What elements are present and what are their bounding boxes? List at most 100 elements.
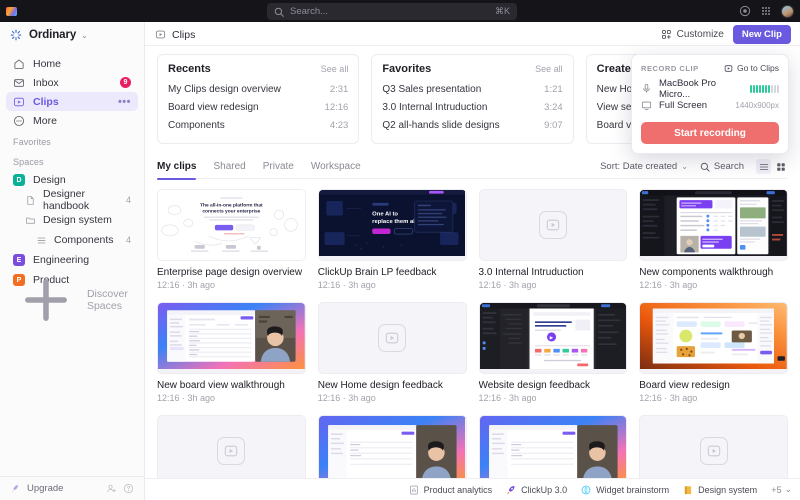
workspace-switcher[interactable]: Ordinary ⌄ bbox=[0, 24, 144, 46]
taskbar-item-label: Widget brainstorm bbox=[596, 485, 669, 495]
sidebar-discover-spaces[interactable]: Discover Spaces bbox=[0, 290, 144, 310]
taskbar-more-button[interactable]: +5 ⌄ bbox=[771, 484, 792, 495]
space-avatar-icon: D bbox=[13, 174, 25, 186]
clip-card[interactable]: Board view redesign 12:16 · 3h ago bbox=[639, 302, 788, 403]
taskbar-item-widget-brainstorm[interactable]: Widget brainstorm bbox=[581, 485, 669, 495]
clip-thumbnail[interactable] bbox=[157, 302, 306, 374]
record-mic-row[interactable]: MacBook Pro Micro... bbox=[641, 80, 779, 97]
sidebar-item-label: Inbox bbox=[33, 77, 112, 89]
sidebar-spaces-label: Spaces bbox=[0, 150, 144, 170]
clip-thumbnail[interactable] bbox=[157, 415, 306, 487]
folder-icon bbox=[25, 215, 36, 226]
clip-thumbnail[interactable]: ▶ bbox=[479, 302, 628, 374]
card-row[interactable]: My Clips design overview 2:31 bbox=[168, 80, 348, 98]
thumbnail-art-components-dark bbox=[640, 190, 787, 256]
taskbar-item-clickup-30[interactable]: ClickUp 3.0 bbox=[506, 485, 567, 495]
clips-icon bbox=[155, 29, 166, 40]
sidebar-item-more[interactable]: More bbox=[6, 111, 138, 130]
sidebar-item-home[interactable]: Home bbox=[6, 54, 138, 73]
doc-count: 4 bbox=[126, 195, 131, 205]
clip-thumbnail[interactable] bbox=[639, 189, 788, 261]
customize-icon bbox=[661, 29, 672, 40]
upgrade-label[interactable]: Upgrade bbox=[27, 483, 63, 494]
clips-search-button[interactable]: Search bbox=[700, 161, 744, 172]
clips-overflow-menu-icon[interactable]: ••• bbox=[118, 99, 131, 105]
doc-label: Designer handbook bbox=[43, 188, 119, 212]
clip-thumbnail[interactable] bbox=[479, 189, 628, 261]
clip-thumbnail[interactable]: One AI to replace them all. bbox=[318, 189, 467, 261]
clip-card[interactable] bbox=[639, 415, 788, 487]
clip-card[interactable]: 3.0 Internal Intruduction 12:16 · 3h ago bbox=[479, 189, 628, 290]
global-search-input[interactable]: Search... ⌘K bbox=[267, 3, 517, 20]
plus-icon bbox=[13, 267, 79, 333]
clip-card[interactable]: New components walkthrough 12:16 · 3h ag… bbox=[639, 189, 788, 290]
taskbar-item-product-analytics[interactable]: Product analytics bbox=[409, 485, 493, 495]
card-row[interactable]: Q2 all-hands slide designs 9:07 bbox=[382, 116, 562, 134]
customize-button[interactable]: Customize bbox=[661, 29, 724, 40]
card-row[interactable]: Q3 Sales presentation 1:21 bbox=[382, 80, 562, 98]
clip-card[interactable]: The all-in-one platform that connects yo… bbox=[157, 189, 306, 290]
sidebar-space-design[interactable]: D Design bbox=[0, 170, 144, 190]
search-placeholder-text: Search... bbox=[290, 6, 489, 17]
clip-card[interactable] bbox=[479, 415, 628, 487]
thumbnail-art-board-orange bbox=[640, 303, 787, 369]
svg-text:replace them all.: replace them all. bbox=[372, 219, 418, 225]
new-clip-button[interactable]: New Clip bbox=[733, 25, 791, 44]
clip-card[interactable]: One AI to replace them all. ClickUp Brai… bbox=[318, 189, 467, 290]
clip-title: New Home design feedback bbox=[318, 380, 467, 391]
folder-label: Design system bbox=[43, 214, 112, 226]
mic-level-meter bbox=[750, 85, 779, 93]
card-row[interactable]: Board view redesign 12:16 bbox=[168, 98, 348, 116]
invite-user-icon[interactable] bbox=[106, 483, 117, 494]
sidebar-item-inbox[interactable]: Inbox 9 bbox=[6, 73, 138, 92]
clip-card[interactable]: New board view walkthrough 12:16 · 3h ag… bbox=[157, 302, 306, 403]
sidebar-item-clips[interactable]: Clips ••• bbox=[6, 92, 138, 111]
card-row[interactable]: Components 4:23 bbox=[168, 116, 348, 134]
doc-icon bbox=[25, 195, 36, 206]
clip-card[interactable]: ▶ Website design feedback 12:16 · 3h bbox=[479, 302, 628, 403]
clip-thumbnail[interactable]: The all-in-one platform that connects yo… bbox=[157, 189, 306, 261]
clip-thumbnail[interactable] bbox=[318, 415, 467, 487]
see-all-link[interactable]: See all bbox=[321, 64, 349, 74]
space-avatar-icon: E bbox=[13, 254, 25, 266]
clip-thumbnail[interactable] bbox=[318, 302, 467, 374]
clip-card[interactable] bbox=[318, 415, 467, 487]
tab-private[interactable]: Private bbox=[263, 155, 294, 179]
clip-title: New board view walkthrough bbox=[157, 380, 306, 391]
card-row-title: My Clips design overview bbox=[168, 84, 324, 95]
card-row-title: Board view redesign bbox=[168, 102, 319, 113]
clip-thumbnail[interactable] bbox=[639, 302, 788, 374]
help-icon[interactable] bbox=[123, 483, 134, 494]
sidebar-doc-designer-handbook[interactable]: Designer handbook 4 bbox=[0, 190, 144, 210]
space-label: Engineering bbox=[33, 254, 89, 266]
record-icon[interactable] bbox=[739, 5, 751, 17]
thumbnail-art-board-webcam bbox=[319, 416, 466, 482]
apps-grid-icon[interactable] bbox=[760, 5, 772, 17]
sidebar-list-components[interactable]: Components 4 bbox=[0, 230, 144, 250]
list-label: Components bbox=[54, 234, 114, 246]
tab-shared[interactable]: Shared bbox=[213, 155, 245, 179]
breadcrumb[interactable]: Clips bbox=[155, 29, 195, 41]
user-avatar[interactable] bbox=[781, 5, 794, 18]
clip-card[interactable] bbox=[157, 415, 306, 487]
sort-dropdown[interactable]: Sort: Date created ⌄ bbox=[600, 161, 688, 172]
card-row-title: Components bbox=[168, 120, 324, 131]
clip-title: New components walkthrough bbox=[639, 267, 788, 278]
taskbar-item-design-system[interactable]: Design system bbox=[683, 485, 757, 495]
tab-workspace[interactable]: Workspace bbox=[311, 155, 361, 179]
clips-search-label: Search bbox=[714, 161, 744, 172]
tab-my-clips[interactable]: My clips bbox=[157, 155, 196, 179]
grid-view-button[interactable] bbox=[773, 159, 788, 174]
clip-card[interactable]: New Home design feedback 12:16 · 3h ago bbox=[318, 302, 467, 403]
clip-thumbnail[interactable] bbox=[479, 415, 628, 487]
sidebar-folder-design-system[interactable]: Design system bbox=[0, 210, 144, 230]
see-all-link[interactable]: See all bbox=[535, 64, 563, 74]
record-screen-row[interactable]: Full Screen 1440x900px bbox=[641, 97, 779, 114]
go-to-clips-link[interactable]: Go to Clips bbox=[724, 63, 779, 73]
list-view-button[interactable] bbox=[756, 159, 771, 174]
start-recording-button[interactable]: Start recording bbox=[641, 122, 779, 144]
clip-meta: 12:16 · 3h ago bbox=[318, 280, 467, 290]
clickup-logo-icon[interactable] bbox=[0, 0, 22, 22]
card-row[interactable]: 3.0 Internal Intruduction 3:24 bbox=[382, 98, 562, 116]
clip-thumbnail[interactable] bbox=[639, 415, 788, 487]
